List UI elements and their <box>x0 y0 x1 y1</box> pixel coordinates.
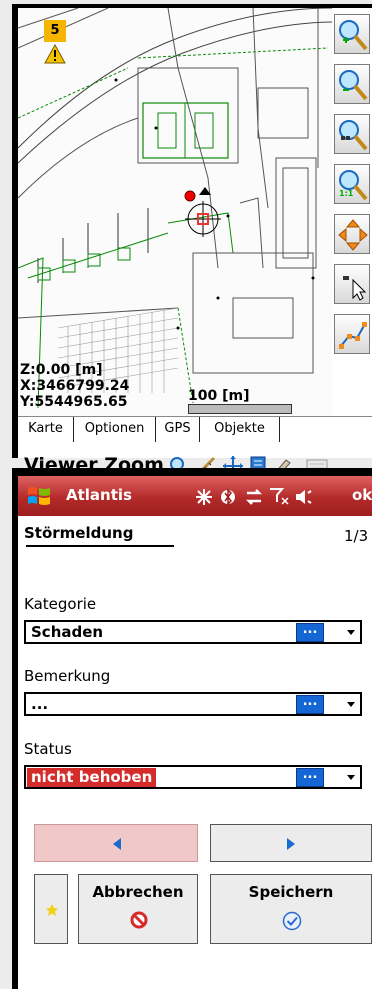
scale-bar-label: 100 [m] <box>188 388 250 404</box>
tab-gps[interactable]: GPS <box>156 417 200 442</box>
bemerkung-select[interactable]: ... ... <box>24 692 362 716</box>
svg-text:1:1: 1:1 <box>339 189 354 198</box>
signal-off-icon[interactable] <box>268 486 290 512</box>
pan-button[interactable] <box>334 214 370 254</box>
cancel-button[interactable]: Abbrechen <box>78 874 198 944</box>
kategorie-label: Kategorie <box>24 595 97 613</box>
kategorie-select[interactable]: Schaden ... <box>24 620 362 644</box>
kategorie-lookup-button[interactable]: ... <box>296 623 324 642</box>
view-tabs: Karte Optionen GPS Objekte <box>18 416 372 443</box>
polyline-edit-button[interactable] <box>334 314 370 354</box>
save-label: Speichern <box>248 883 334 901</box>
tab-karte[interactable]: Karte <box>18 417 74 442</box>
x-coordinate-readout: X:3466799.24 <box>20 378 130 394</box>
ok-button[interactable]: ok <box>352 486 372 504</box>
status-value: nicht behoben <box>27 768 157 787</box>
zoom-in-icon <box>339 20 368 51</box>
zoom-in-button[interactable] <box>334 14 370 54</box>
app-name: Atlantis <box>66 486 132 504</box>
tab-optionen[interactable]: Optionen <box>74 417 156 442</box>
title-underline <box>26 545 174 547</box>
bluetooth-icon[interactable] <box>220 487 236 511</box>
map-toolbar: 1:1 <box>332 8 372 416</box>
arrow-left-icon <box>113 838 121 850</box>
zoom-out-icon <box>339 70 368 101</box>
connectivity-icon[interactable] <box>244 487 264 511</box>
title-bar: Atlantis ok <box>18 476 372 516</box>
cancel-no-icon <box>130 911 148 929</box>
notification-icon[interactable] <box>194 487 214 511</box>
polyline-edit-icon <box>339 322 367 349</box>
chevron-down-icon[interactable] <box>347 775 355 780</box>
warning-count-badge[interactable]: 5 <box>44 20 66 42</box>
zoom-extent-button[interactable] <box>334 114 370 154</box>
z-coordinate-readout: Z:0.00 [m] <box>20 362 103 378</box>
checkmark-icon <box>282 911 302 931</box>
favorite-button[interactable] <box>34 874 68 944</box>
y-coordinate-readout: Y:5544965.65 <box>20 394 128 410</box>
form-title: Störmeldung <box>24 524 134 542</box>
scale-bar <box>188 404 292 414</box>
page-indicator: 1/3 <box>344 527 369 545</box>
star-icon <box>46 904 58 916</box>
chevron-down-icon[interactable] <box>347 630 355 635</box>
select-button[interactable] <box>334 264 370 304</box>
save-button[interactable]: Speichern <box>210 874 372 944</box>
bemerkung-value: ... <box>31 695 49 713</box>
pan-arrows-icon <box>338 219 368 251</box>
status-lookup-button[interactable]: ... <box>296 768 324 787</box>
arrow-right-icon <box>287 838 295 850</box>
status-label: Status <box>24 740 72 758</box>
kategorie-value: Schaden <box>31 623 104 641</box>
status-select[interactable]: nicht behoben ... <box>24 765 362 789</box>
bemerkung-lookup-button[interactable]: ... <box>296 695 324 714</box>
windows-start-icon[interactable] <box>26 484 52 512</box>
zoom-1-1-icon: 1:1 <box>339 170 368 201</box>
tab-objekte[interactable]: Objekte <box>200 417 280 442</box>
zoom-1-1-button[interactable]: 1:1 <box>334 164 370 204</box>
map-canvas[interactable]: 5 Z:0.00 [m] X:3466799.24 Y:5544965.65 1… <box>18 8 332 416</box>
select-cursor-icon <box>343 276 367 301</box>
next-page-button[interactable] <box>210 824 372 862</box>
cancel-label: Abbrechen <box>92 883 184 901</box>
chevron-down-icon[interactable] <box>347 702 355 707</box>
zoom-extent-icon <box>339 120 368 151</box>
volume-icon[interactable] <box>294 487 314 511</box>
previous-page-button[interactable] <box>34 824 198 862</box>
zoom-out-button[interactable] <box>334 64 370 104</box>
bemerkung-label: Bemerkung <box>24 667 111 685</box>
